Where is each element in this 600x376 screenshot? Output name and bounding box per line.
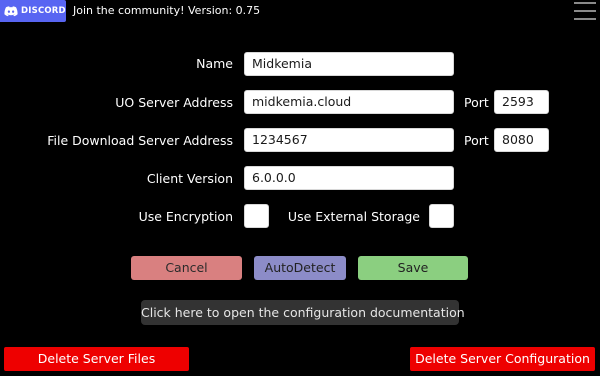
download-server-label: File Download Server Address [47,133,233,148]
name-input[interactable]: Midkemia [244,52,454,76]
name-label: Name [196,56,233,71]
uo-port-input[interactable]: 2593 [494,90,549,114]
save-button[interactable]: Save [358,256,468,280]
cancel-button[interactable]: Cancel [131,256,242,280]
external-storage-checkbox[interactable] [429,204,454,228]
docs-button[interactable]: Click here to open the configuration doc… [141,300,465,325]
discord-logo-icon [4,5,18,16]
encryption-checkbox[interactable] [244,204,269,228]
version-text: Version: 0.75 [188,4,261,17]
external-storage-label: Use External Storage [287,209,420,224]
uo-server-input[interactable]: midkemia.cloud [244,90,454,114]
autodetect-button[interactable]: AutoDetect [254,256,346,280]
encryption-label: Use Encryption [138,209,233,224]
community-link[interactable]: Join the community! [73,4,185,17]
download-server-input[interactable]: 1234567 [244,128,454,152]
config-screen: DISCORD Join the community! Version: 0.7… [0,0,600,376]
download-port-input[interactable]: 8080 [494,128,549,152]
discord-label: DISCORD [21,6,66,16]
discord-button[interactable]: DISCORD [0,0,66,22]
delete-server-files-button[interactable]: Delete Server Files [4,347,189,371]
client-version-label: Client Version [146,171,233,186]
download-port-label: Port [464,133,489,148]
uo-server-label: UO Server Address [115,95,233,110]
uo-port-label: Port [464,95,489,110]
hamburger-menu-icon[interactable] [574,2,596,20]
client-version-input[interactable]: 6.0.0.0 [244,166,454,190]
delete-server-configuration-button[interactable]: Delete Server Configuration [410,347,595,371]
